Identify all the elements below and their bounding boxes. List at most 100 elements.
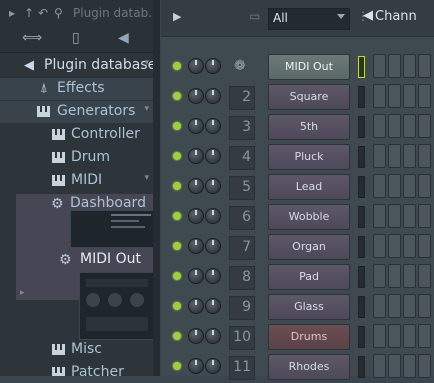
channel-mute-led[interactable] [173, 362, 181, 370]
channel-mute-led[interactable] [173, 332, 181, 340]
collapse-icon[interactable]: ⟺ [22, 30, 42, 46]
channel-select-indicator[interactable] [358, 236, 365, 258]
tree-item-generators[interactable]: Generators ▾ [0, 101, 153, 123]
channel-name-button[interactable]: Rhodes [268, 354, 350, 380]
step-button[interactable] [418, 84, 431, 108]
step-button[interactable] [403, 294, 416, 318]
step-button[interactable] [418, 234, 431, 258]
step-button[interactable] [403, 354, 416, 378]
pan-knob[interactable] [188, 238, 204, 254]
step-button[interactable] [388, 54, 401, 78]
step-button[interactable] [403, 54, 416, 78]
step-button[interactable] [373, 294, 386, 318]
pan-knob[interactable] [188, 88, 204, 104]
channel-name-button[interactable]: Organ [268, 234, 350, 260]
tree-item-midi[interactable]: MIDI ▾ [0, 170, 153, 192]
browser-scrollbar[interactable] [153, 0, 160, 376]
step-button[interactable] [388, 204, 401, 228]
step-button[interactable] [403, 174, 416, 198]
channel-mute-led[interactable] [173, 152, 181, 160]
step-button[interactable] [373, 114, 386, 138]
step-button[interactable] [373, 144, 386, 168]
arrow-up-icon[interactable]: ↑ [24, 6, 34, 20]
folder-icon[interactable]: ▭ [249, 9, 260, 23]
channel-name-button[interactable]: Drums [268, 324, 350, 350]
mixer-track-number[interactable]: 5 [229, 176, 255, 200]
step-button[interactable] [373, 324, 386, 348]
channel-mute-led[interactable] [173, 62, 181, 70]
tree-item-dashboard[interactable]: ⚙ Dashboard [0, 193, 153, 215]
step-button[interactable] [418, 264, 431, 288]
step-button[interactable] [373, 354, 386, 378]
volume-knob[interactable] [205, 238, 221, 254]
volume-knob[interactable] [205, 298, 221, 314]
channel-mute-led[interactable] [173, 242, 181, 250]
mixer-track-number[interactable]: 4 [229, 146, 255, 170]
file-icon[interactable]: ▯ [72, 30, 80, 46]
step-button[interactable] [373, 234, 386, 258]
step-button[interactable] [403, 204, 416, 228]
channel-filter-dropdown[interactable]: All [268, 8, 350, 30]
pan-knob[interactable] [188, 58, 204, 74]
volume-knob[interactable] [205, 328, 221, 344]
step-button[interactable] [373, 204, 386, 228]
step-button[interactable] [388, 114, 401, 138]
volume-knob[interactable] [205, 148, 221, 164]
channel-name-button[interactable]: Glass [268, 294, 350, 320]
step-button[interactable] [373, 174, 386, 198]
channel-name-button[interactable]: MIDI Out [268, 54, 350, 80]
mixer-track-number[interactable]: 3 [229, 116, 255, 140]
step-button[interactable] [403, 144, 416, 168]
step-button[interactable] [418, 324, 431, 348]
tree-item-misc[interactable]: Misc [0, 339, 153, 361]
step-button[interactable] [403, 234, 416, 258]
step-button[interactable] [388, 234, 401, 258]
channel-select-indicator[interactable] [358, 146, 365, 168]
step-button[interactable] [373, 84, 386, 108]
volume-knob[interactable] [205, 118, 221, 134]
tree-item-plugin-database[interactable]: ◀ Plugin database ▾ [0, 55, 156, 77]
pan-knob[interactable] [188, 268, 204, 284]
channel-select-indicator[interactable] [358, 116, 365, 138]
tree-item-controller[interactable]: Controller [0, 124, 153, 146]
channel-mute-led[interactable] [173, 182, 181, 190]
channel-select-indicator[interactable] [358, 176, 365, 198]
channel-name-button[interactable]: Square [268, 84, 350, 110]
channel-name-button[interactable]: Pad [268, 264, 350, 290]
channel-name-button[interactable]: Wobble [268, 204, 350, 230]
channel-select-indicator[interactable] [358, 206, 365, 228]
channel-mute-led[interactable] [173, 122, 181, 130]
play-arrow-icon[interactable]: ▶ [173, 10, 181, 23]
channel-select-indicator[interactable] [358, 356, 365, 378]
channel-select-indicator[interactable] [358, 56, 365, 78]
step-button[interactable] [388, 264, 401, 288]
step-button[interactable] [418, 144, 431, 168]
channel-name-button[interactable]: Lead [268, 174, 350, 200]
volume-knob[interactable] [205, 58, 221, 74]
step-button[interactable] [418, 54, 431, 78]
tree-item-patcher[interactable]: Patcher [0, 362, 153, 376]
mixer-track-number[interactable]: 9 [229, 296, 255, 320]
expand-arrow-icon[interactable]: ▸ [20, 288, 25, 298]
pan-knob[interactable] [188, 328, 204, 344]
pan-knob[interactable] [188, 358, 204, 374]
search-icon[interactable]: ⚲ [54, 6, 63, 20]
tree-item-drum[interactable]: Drum [0, 147, 153, 169]
volume-knob[interactable] [205, 208, 221, 224]
channel-mute-led[interactable] [173, 272, 181, 280]
step-button[interactable] [403, 114, 416, 138]
mixer-track-number[interactable]: 8 [229, 266, 255, 290]
mixer-track-number[interactable]: 2 [229, 86, 255, 110]
speaker-icon[interactable]: ◀ [118, 30, 129, 46]
pan-knob[interactable] [188, 208, 204, 224]
step-button[interactable] [373, 264, 386, 288]
tree-item-midi-out[interactable]: ⚙ MIDI Out [0, 249, 153, 271]
pan-knob[interactable] [188, 178, 204, 194]
step-button[interactable] [418, 114, 431, 138]
step-button[interactable] [388, 354, 401, 378]
pan-knob[interactable] [188, 148, 204, 164]
pan-knob[interactable] [188, 298, 204, 314]
step-button[interactable] [418, 294, 431, 318]
play-small-icon[interactable]: ▸ [9, 6, 15, 20]
mixer-track-number[interactable]: 7 [229, 236, 255, 260]
